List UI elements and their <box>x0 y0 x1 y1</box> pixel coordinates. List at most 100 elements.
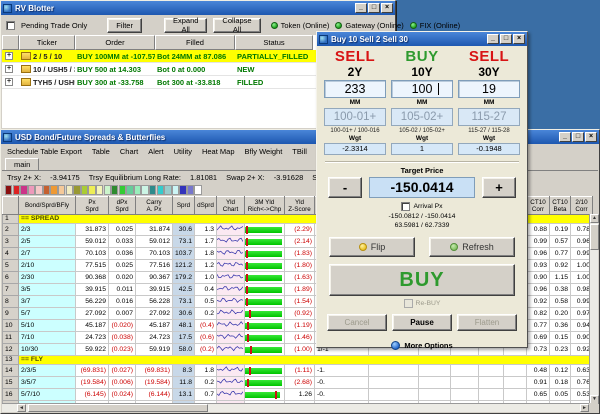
scroll-left-icon[interactable]: ◄ <box>17 404 26 412</box>
menu-item-table[interactable]: Table <box>92 147 110 156</box>
grid-column-header[interactable]: Yld Chart <box>216 196 245 215</box>
table-row[interactable]: 14 2/3/5 (69.831) (0.027) (69.831) 8.3 1.8 (1.1… <box>2 364 593 377</box>
grid-column-header[interactable]: Px Sprd <box>75 196 109 215</box>
price-field[interactable]: 115-27 <box>458 108 520 126</box>
minimize-icon[interactable]: _ <box>487 34 499 44</box>
flatten-button[interactable]: Flatten <box>457 314 517 331</box>
color-swatch[interactable] <box>118 185 127 195</box>
table-row[interactable]: 13 == FLY <box>2 355 593 365</box>
menu-item-schedule-table-export[interactable]: Schedule Table Export <box>7 147 82 156</box>
menu-item-heat-map[interactable]: Heat Map <box>202 147 235 156</box>
expand-icon[interactable]: + <box>5 78 13 86</box>
weight-field[interactable]: -0.1948 <box>458 143 520 155</box>
grid-column-header[interactable]: 3M Yld Rich<->Chp <box>244 196 285 215</box>
color-swatch[interactable] <box>80 185 89 195</box>
expand-all-button[interactable]: Expand All <box>163 16 208 34</box>
close-icon[interactable]: × <box>381 3 393 13</box>
color-swatch[interactable] <box>58 185 66 195</box>
blotter-column-header[interactable]: Ticker <box>19 35 75 50</box>
cancel-button[interactable]: Cancel <box>327 314 387 331</box>
blotter-column-header[interactable]: Filled <box>155 35 235 50</box>
grid-column-header[interactable]: Sprd <box>172 196 195 215</box>
weight-field[interactable]: -2.3314 <box>324 143 386 155</box>
color-swatch[interactable] <box>194 185 202 195</box>
expand-icon[interactable]: + <box>5 52 13 60</box>
grid-column-header[interactable]: CT10 Corr <box>526 196 550 215</box>
scrollbar-thumb[interactable] <box>28 404 208 412</box>
color-swatch[interactable] <box>126 185 134 195</box>
collapse-all-button[interactable]: Collapse All <box>213 16 261 34</box>
color-swatch[interactable] <box>133 185 142 195</box>
grid-column-header[interactable] <box>2 196 19 215</box>
target-price-field[interactable]: -150.0414 <box>369 177 475 198</box>
color-swatch[interactable] <box>73 185 81 195</box>
maximize-icon[interactable]: □ <box>368 3 380 13</box>
menu-item-utility[interactable]: Utility <box>174 147 192 156</box>
color-swatch[interactable] <box>111 185 119 195</box>
more-options[interactable]: More Options <box>317 341 527 350</box>
vertical-scrollbar[interactable]: ▲ ▼ <box>589 214 599 404</box>
menu-item-tbill[interactable]: TBill <box>292 147 307 156</box>
arrival-px-checkbox[interactable] <box>401 202 411 211</box>
blotter-column-header[interactable]: Status <box>235 35 313 50</box>
menu-item-chart[interactable]: Chart <box>120 147 138 156</box>
tab-main[interactable]: main <box>5 158 40 170</box>
grid-column-header[interactable]: 2/10 Corr <box>570 196 593 215</box>
grid-column-header[interactable]: Yld Z-Score <box>284 196 315 215</box>
color-swatch[interactable] <box>27 185 36 195</box>
color-swatch[interactable] <box>35 185 43 195</box>
refresh-button[interactable]: Refresh <box>429 237 515 257</box>
scroll-right-icon[interactable]: ► <box>580 404 589 412</box>
quantity-input[interactable]: 100 <box>391 80 453 98</box>
grid-column-header[interactable]: dSprd <box>194 196 217 215</box>
color-swatch[interactable] <box>156 185 164 195</box>
color-swatch[interactable] <box>171 185 180 195</box>
horizontal-scrollbar[interactable]: ◄ ► <box>2 403 589 412</box>
decrement-button[interactable]: - <box>328 177 362 198</box>
maximize-icon[interactable]: □ <box>572 132 584 142</box>
dialog-titlebar[interactable]: Buy 10 Sell 2 Sell 30 _ □ × <box>317 32 527 46</box>
table-row[interactable]: 16 5/7/10 (6.145) (0.024) (6.144) 13.1 0.7 1.26… <box>2 388 593 401</box>
grid-column-header[interactable]: Bond/Sprd/BFly <box>18 196 76 215</box>
color-swatch[interactable] <box>5 185 13 195</box>
submit-buy-button[interactable]: BUY <box>329 264 515 296</box>
color-swatch[interactable] <box>88 185 96 195</box>
color-swatch[interactable] <box>103 185 111 195</box>
blotter-titlebar[interactable]: RV Blotter _ □ × <box>1 1 395 15</box>
color-swatch[interactable] <box>148 185 157 195</box>
menu-item-bfly-weight[interactable]: Bfly Weight <box>245 147 283 156</box>
color-swatch[interactable] <box>12 185 20 195</box>
increment-button[interactable]: + <box>482 177 516 198</box>
color-swatch[interactable] <box>141 185 149 195</box>
color-swatch[interactable] <box>50 185 58 195</box>
color-swatch[interactable] <box>186 185 195 195</box>
scroll-up-icon[interactable]: ▲ <box>590 214 599 223</box>
price-field[interactable]: 100-01+ <box>324 108 386 126</box>
blotter-column-header[interactable] <box>2 35 19 50</box>
close-icon[interactable]: × <box>513 34 525 44</box>
price-field[interactable]: 105-02+ <box>391 108 453 126</box>
pending-trade-checkbox[interactable] <box>6 20 15 30</box>
color-swatch[interactable] <box>95 185 104 195</box>
color-swatch[interactable] <box>164 185 172 195</box>
grid-column-header[interactable]: dPx Sprd <box>108 196 136 215</box>
minimize-icon[interactable]: _ <box>559 132 571 142</box>
color-swatch[interactable] <box>20 185 28 195</box>
menu-item-alert[interactable]: Alert <box>148 147 163 156</box>
blotter-column-header[interactable]: Order <box>75 35 155 50</box>
scrollbar-thumb[interactable] <box>590 224 599 250</box>
color-swatch[interactable] <box>65 185 74 195</box>
quantity-input[interactable]: 233 <box>324 80 386 98</box>
pause-button[interactable]: Pause <box>392 314 452 331</box>
quantity-input[interactable]: 19 <box>458 80 520 98</box>
color-swatch[interactable] <box>179 185 187 195</box>
minimize-icon[interactable]: _ <box>355 3 367 13</box>
rebuy-checkbox[interactable] <box>403 299 413 308</box>
close-icon[interactable]: × <box>585 132 597 142</box>
expand-icon[interactable]: + <box>5 65 13 73</box>
grid-column-header[interactable]: CT10 Beta <box>549 196 571 215</box>
flip-button[interactable]: Flip <box>329 237 415 257</box>
table-row[interactable]: 15 3/5/7 (19.584) (0.006) (19.584) 11.8 0.2 (2.… <box>2 376 593 389</box>
grid-column-header[interactable]: Carry A. Px <box>135 196 173 215</box>
maximize-icon[interactable]: □ <box>500 34 512 44</box>
